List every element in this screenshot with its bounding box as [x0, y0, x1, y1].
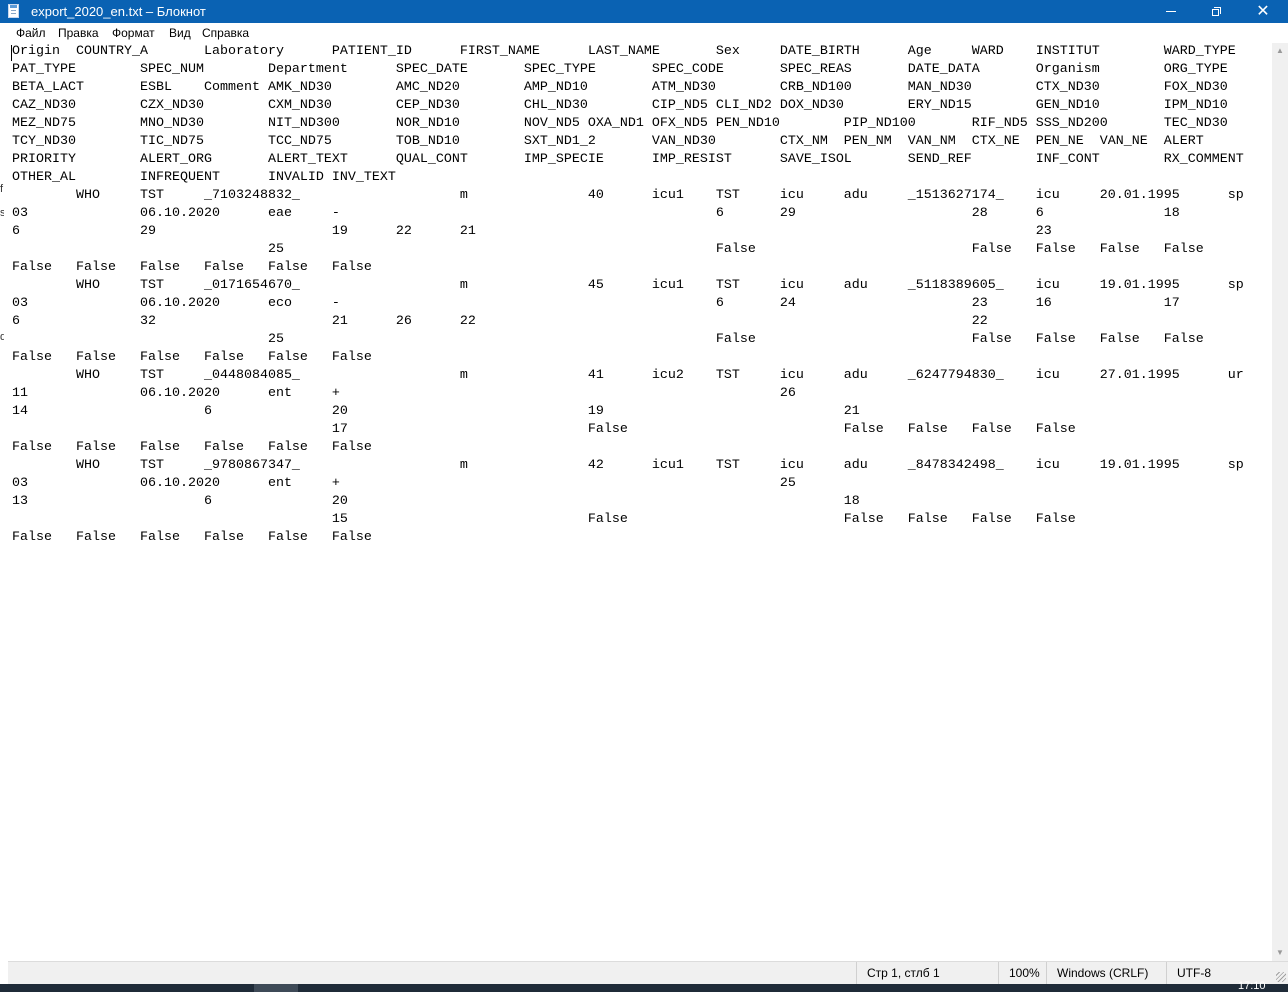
maximize-button[interactable] — [1194, 0, 1240, 23]
taskbar-clock[interactable]: 17:10 — [1238, 980, 1266, 992]
text-line: WHO TST _9780867347_ m 42 icu1 TST icu a… — [12, 458, 1244, 473]
text-line: 25 False False False False False — [12, 332, 1204, 347]
background-window-fragment: s — [0, 207, 4, 219]
text-line: 13 6 20 18 — [12, 494, 860, 509]
text-line: PRIORITY ALERT_ORG ALERT_TEXT QUAL_CONT … — [12, 152, 1244, 167]
text-line: PAT_TYPE SPEC_NUM Department SPEC_DATE S… — [12, 62, 1228, 77]
text-line: 14 6 20 19 21 — [12, 404, 860, 419]
menu-edit[interactable]: Правка — [56, 25, 101, 41]
minimize-icon — [1166, 11, 1176, 12]
text-line: False False False False False False — [12, 350, 372, 365]
text-line: CAZ_ND30 CZX_ND30 CXM_ND30 CEP_ND30 CHL_… — [12, 98, 1228, 113]
text-line: OTHER_AL INFREQUENT INVALID INV_TEXT — [12, 170, 396, 185]
cursor-position: Стр 1, стлб 1 — [856, 962, 998, 984]
minimize-button[interactable] — [1148, 0, 1194, 23]
text-line: Origin COUNTRY_A Laboratory PATIENT_ID F… — [12, 44, 1236, 59]
title-bar[interactable]: export_2020_en.txt – Блокнот ✕ — [0, 0, 1288, 23]
zoom-level: 100% — [998, 962, 1046, 984]
text-line: 6 29 19 22 21 23 — [12, 224, 1052, 239]
scroll-down-icon[interactable]: ▼ — [1272, 945, 1288, 961]
text-line: 17 False False False False False — [12, 422, 1076, 437]
restore-icon — [1212, 6, 1222, 17]
text-line: WHO TST _0171654670_ m 45 icu1 TST icu a… — [12, 278, 1244, 293]
text-editor[interactable]: Origin COUNTRY_A Laboratory PATIENT_ID F… — [8, 43, 1272, 961]
text-line: WHO TST _0448084085_ m 41 icu2 TST icu a… — [12, 368, 1244, 383]
text-line: 15 False False False False False — [12, 512, 1076, 527]
background-window-fragment: f — [0, 183, 4, 195]
menu-view[interactable]: Вид — [167, 25, 193, 41]
background-window-fragment: d — [0, 331, 4, 343]
text-line: False False False False False False — [12, 530, 372, 545]
text-line: BETA_LACT ESBL Comment AMK_ND30 AMC_ND20… — [12, 80, 1228, 95]
taskbar-notepad-button[interactable] — [254, 984, 298, 992]
close-icon: ✕ — [1256, 2, 1270, 20]
close-button[interactable]: ✕ — [1240, 0, 1286, 23]
menu-format[interactable]: Формат — [110, 25, 157, 41]
taskbar: 17:10 — [0, 980, 1288, 992]
menu-help[interactable]: Справка — [200, 25, 251, 41]
resize-grip-icon[interactable] — [1276, 972, 1286, 982]
window-title: export_2020_en.txt – Блокнот — [31, 4, 206, 19]
menu-bar: Файл Правка Формат Вид Справка — [0, 23, 1288, 43]
text-line: WHO TST _7103248832_ m 40 icu1 TST icu a… — [12, 188, 1244, 203]
status-bar: Стр 1, стлб 1 100% Windows (CRLF) UTF-8 — [8, 961, 1288, 984]
scroll-up-icon[interactable]: ▲ — [1272, 43, 1288, 59]
text-line: 03 06.10.2020 ent + 25 — [12, 476, 796, 491]
line-ending: Windows (CRLF) — [1046, 962, 1166, 984]
text-line: 6 32 21 26 22 22 — [12, 314, 988, 329]
text-line: False False False False False False — [12, 440, 372, 455]
text-line: False False False False False False — [12, 260, 372, 275]
text-line: 11 06.10.2020 ent + 26 — [12, 386, 796, 401]
vertical-scrollbar[interactable]: ▲ ▼ — [1272, 43, 1288, 961]
text-line: MEZ_ND75 MNO_ND30 NIT_ND300 NOR_ND10 NOV… — [12, 116, 1228, 131]
notepad-icon[interactable] — [8, 4, 19, 18]
text-line: 03 06.10.2020 eae - 6 29 28 6 18 — [12, 206, 1180, 221]
menu-file[interactable]: Файл — [14, 25, 48, 41]
text-line: 25 False False False False False — [12, 242, 1204, 257]
text-line: 03 06.10.2020 eco - 6 24 23 16 17 — [12, 296, 1180, 311]
text-line: TCY_ND30 TIC_ND75 TCC_ND75 TOB_ND10 SXT_… — [12, 134, 1204, 149]
text-caret — [11, 45, 12, 61]
